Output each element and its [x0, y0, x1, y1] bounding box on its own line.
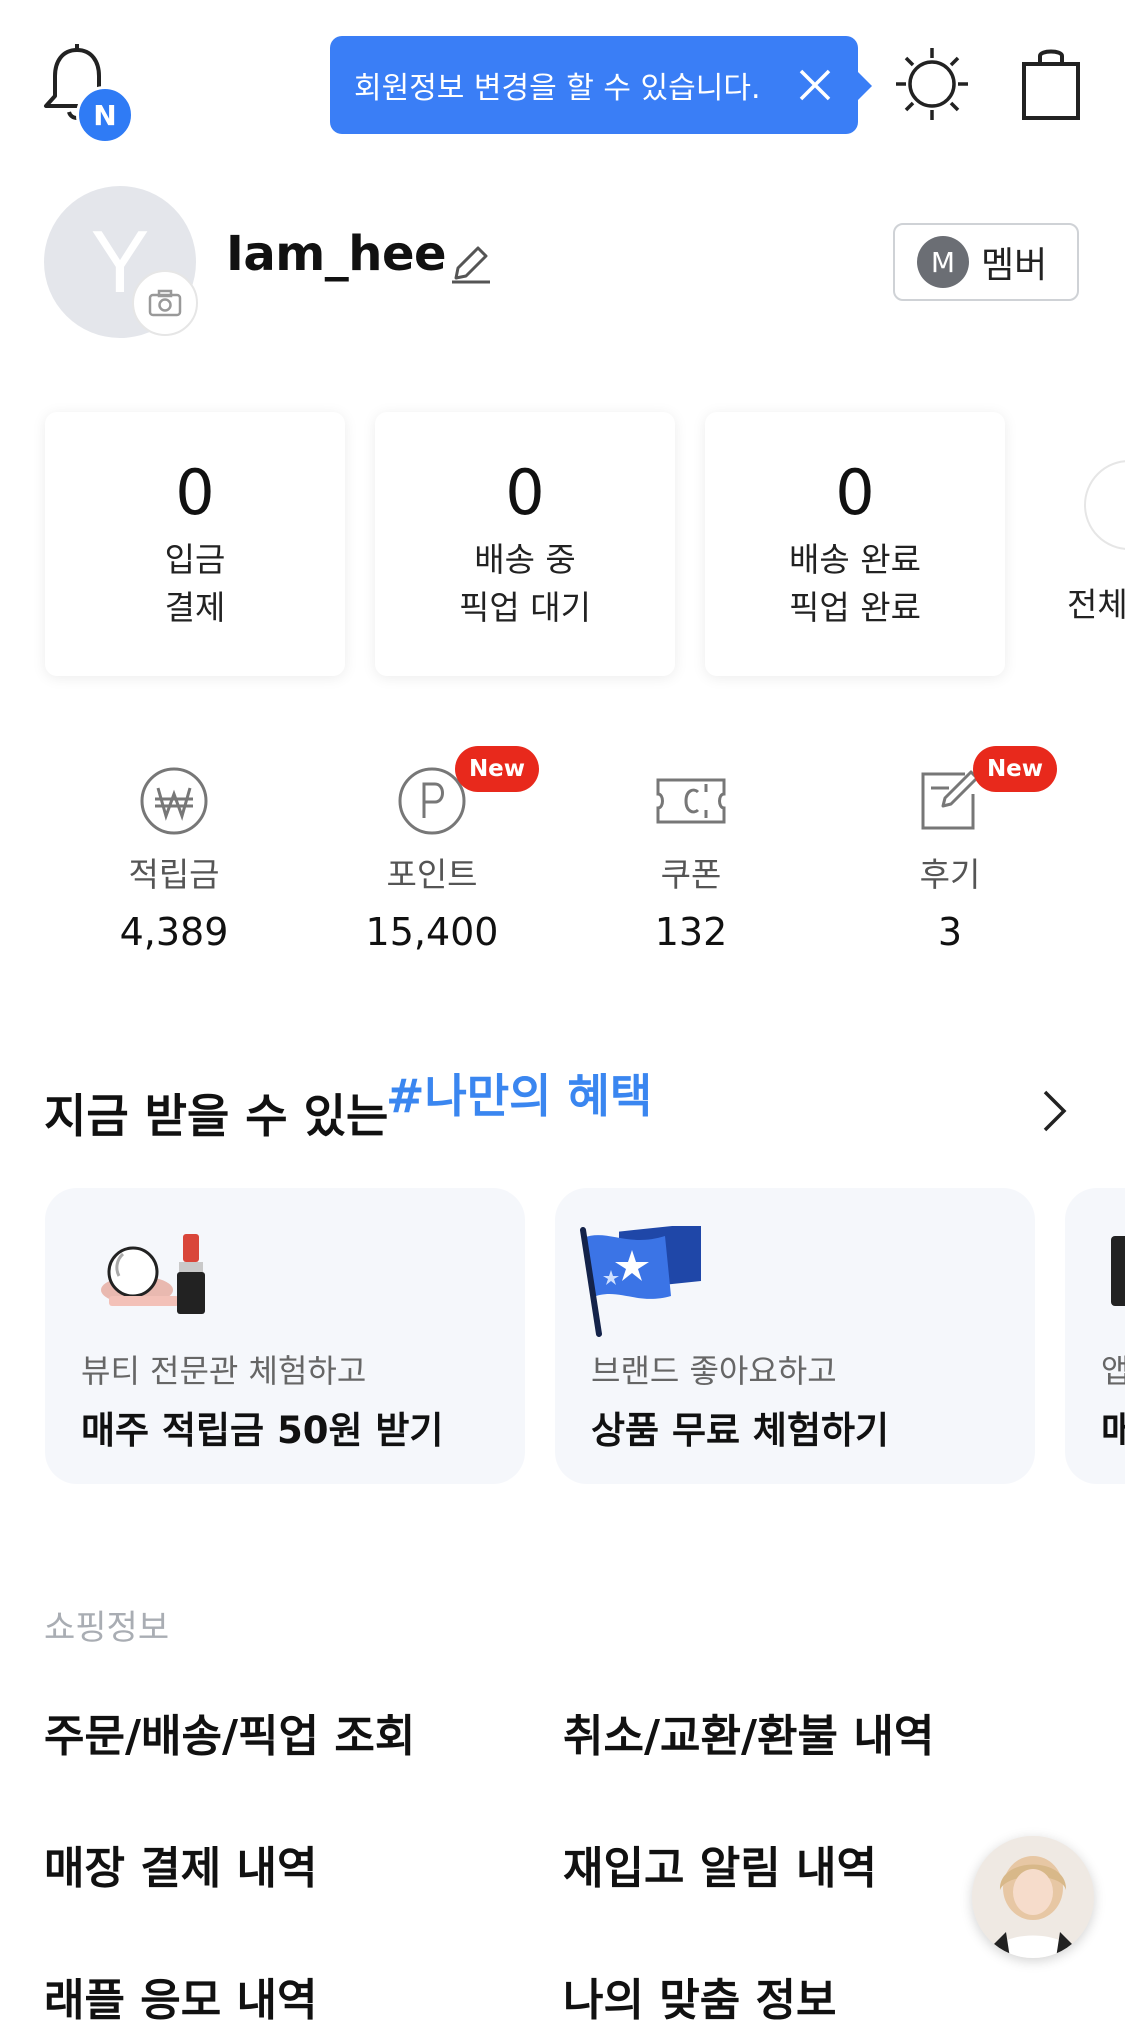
stat-value: 132: [654, 910, 728, 954]
menu-raffle-entries[interactable]: 래플 응모 내역: [44, 1964, 318, 2028]
stat-coupons[interactable]: 쿠폰 132: [581, 766, 801, 954]
order-status-label: 결제: [164, 588, 226, 627]
menu-cancel-return[interactable]: 취소/교환/환불 내역: [563, 1700, 934, 1764]
order-status-label: 배송 중: [474, 540, 576, 579]
benefit-card-beauty[interactable]: 뷰티 전문관 체험하고 매주 적립금 50원 받기: [45, 1188, 525, 1484]
order-status-card-payment[interactable]: 0 입금 결제: [45, 412, 345, 676]
order-view-all-label[interactable]: 전체: [1067, 578, 1125, 626]
benefit-title: 매주 적립금 50원 받기: [81, 1409, 444, 1452]
change-photo-button[interactable]: [132, 270, 198, 336]
benefits-tag: #나만의 혜택: [386, 1069, 653, 1123]
menu-restock-alerts[interactable]: 재입고 알림 내역: [563, 1832, 877, 1896]
shopping-bag-icon[interactable]: [1020, 46, 1082, 122]
benefit-title: 상품 무료 체험하기: [591, 1409, 890, 1452]
stat-label: 적립금: [128, 855, 220, 894]
member-grade-icon: M: [917, 236, 969, 288]
menu-my-fit-info[interactable]: 나의 맞춤 정보: [563, 1964, 837, 2028]
membership-grade-button[interactable]: M 멤버: [893, 223, 1079, 301]
tooltip-text: 회원정보 변경을 할 수 있습니다.: [354, 71, 761, 106]
stat-value: 15,400: [365, 910, 499, 954]
floating-chat-avatar[interactable]: [972, 1836, 1094, 1958]
stat-points[interactable]: 포인트 15,400 New: [322, 746, 542, 954]
stat-label: 포인트: [386, 855, 478, 894]
stat-value: 4,389: [119, 910, 229, 954]
stat-value: 3: [937, 910, 963, 954]
order-status-card-delivered[interactable]: 0 배송 완료 픽업 완료: [705, 412, 1005, 676]
notification-button[interactable]: N: [42, 44, 134, 144]
order-status-card-shipping[interactable]: 0 배송 중 픽업 대기: [375, 412, 675, 676]
stat-reward-money[interactable]: 적립금 4,389: [64, 766, 284, 954]
order-status-label: 배송 완료: [789, 540, 921, 579]
benefits-title: 지금 받을 수 있는: [44, 1089, 389, 1143]
order-status-label: 픽업 대기: [459, 588, 591, 627]
benefit-card-brand[interactable]: 브랜드 좋아요하고 상품 무료 체험하기: [555, 1188, 1035, 1484]
stat-label: 후기: [919, 855, 981, 894]
order-status-label: 픽업 완료: [789, 588, 921, 627]
coupon-icon: [656, 778, 726, 824]
benefit-subtitle: 앱: [1101, 1352, 1125, 1390]
benefit-subtitle: 뷰티 전문관 체험하고: [81, 1352, 367, 1390]
new-badge: New: [455, 746, 539, 792]
won-coin-icon: [140, 767, 208, 835]
partial-icon: [1111, 1236, 1125, 1306]
username: Iam_hee: [226, 226, 447, 282]
stat-reviews[interactable]: 후기 3 New: [840, 746, 1060, 954]
close-icon[interactable]: [796, 66, 834, 104]
flag-icon: [580, 1226, 701, 1337]
new-badge: New: [973, 746, 1057, 792]
theme-sun-icon[interactable]: [894, 46, 970, 122]
shopping-info-label: 쇼핑정보: [44, 1608, 170, 1648]
benefit-subtitle: 브랜드 좋아요하고: [591, 1352, 837, 1390]
order-view-all-button[interactable]: [1084, 460, 1125, 550]
cosmetics-icon: [101, 1234, 205, 1314]
stat-label: 쿠폰: [660, 855, 722, 894]
edit-pencil-icon[interactable]: [448, 240, 494, 286]
menu-order-tracking[interactable]: 주문/배송/픽업 조회: [44, 1700, 415, 1764]
benefit-title: 매: [1101, 1409, 1125, 1452]
person-avatar-icon: [972, 1836, 1094, 1958]
order-status-label: 입금: [164, 540, 226, 579]
benefit-card-partial[interactable]: 앱 매: [1065, 1188, 1125, 1484]
member-grade-label: 멤버: [981, 245, 1048, 286]
order-status-count: 0: [505, 456, 545, 529]
camera-icon: [148, 289, 182, 317]
order-status-count: 0: [835, 456, 875, 529]
chevron-right-icon[interactable]: [1040, 1088, 1070, 1134]
profile-edit-tooltip: 회원정보 변경을 할 수 있습니다.: [330, 36, 872, 134]
menu-store-payments[interactable]: 매장 결제 내역: [44, 1832, 318, 1896]
order-status-count: 0: [175, 456, 215, 529]
notification-badge: N: [76, 86, 134, 144]
